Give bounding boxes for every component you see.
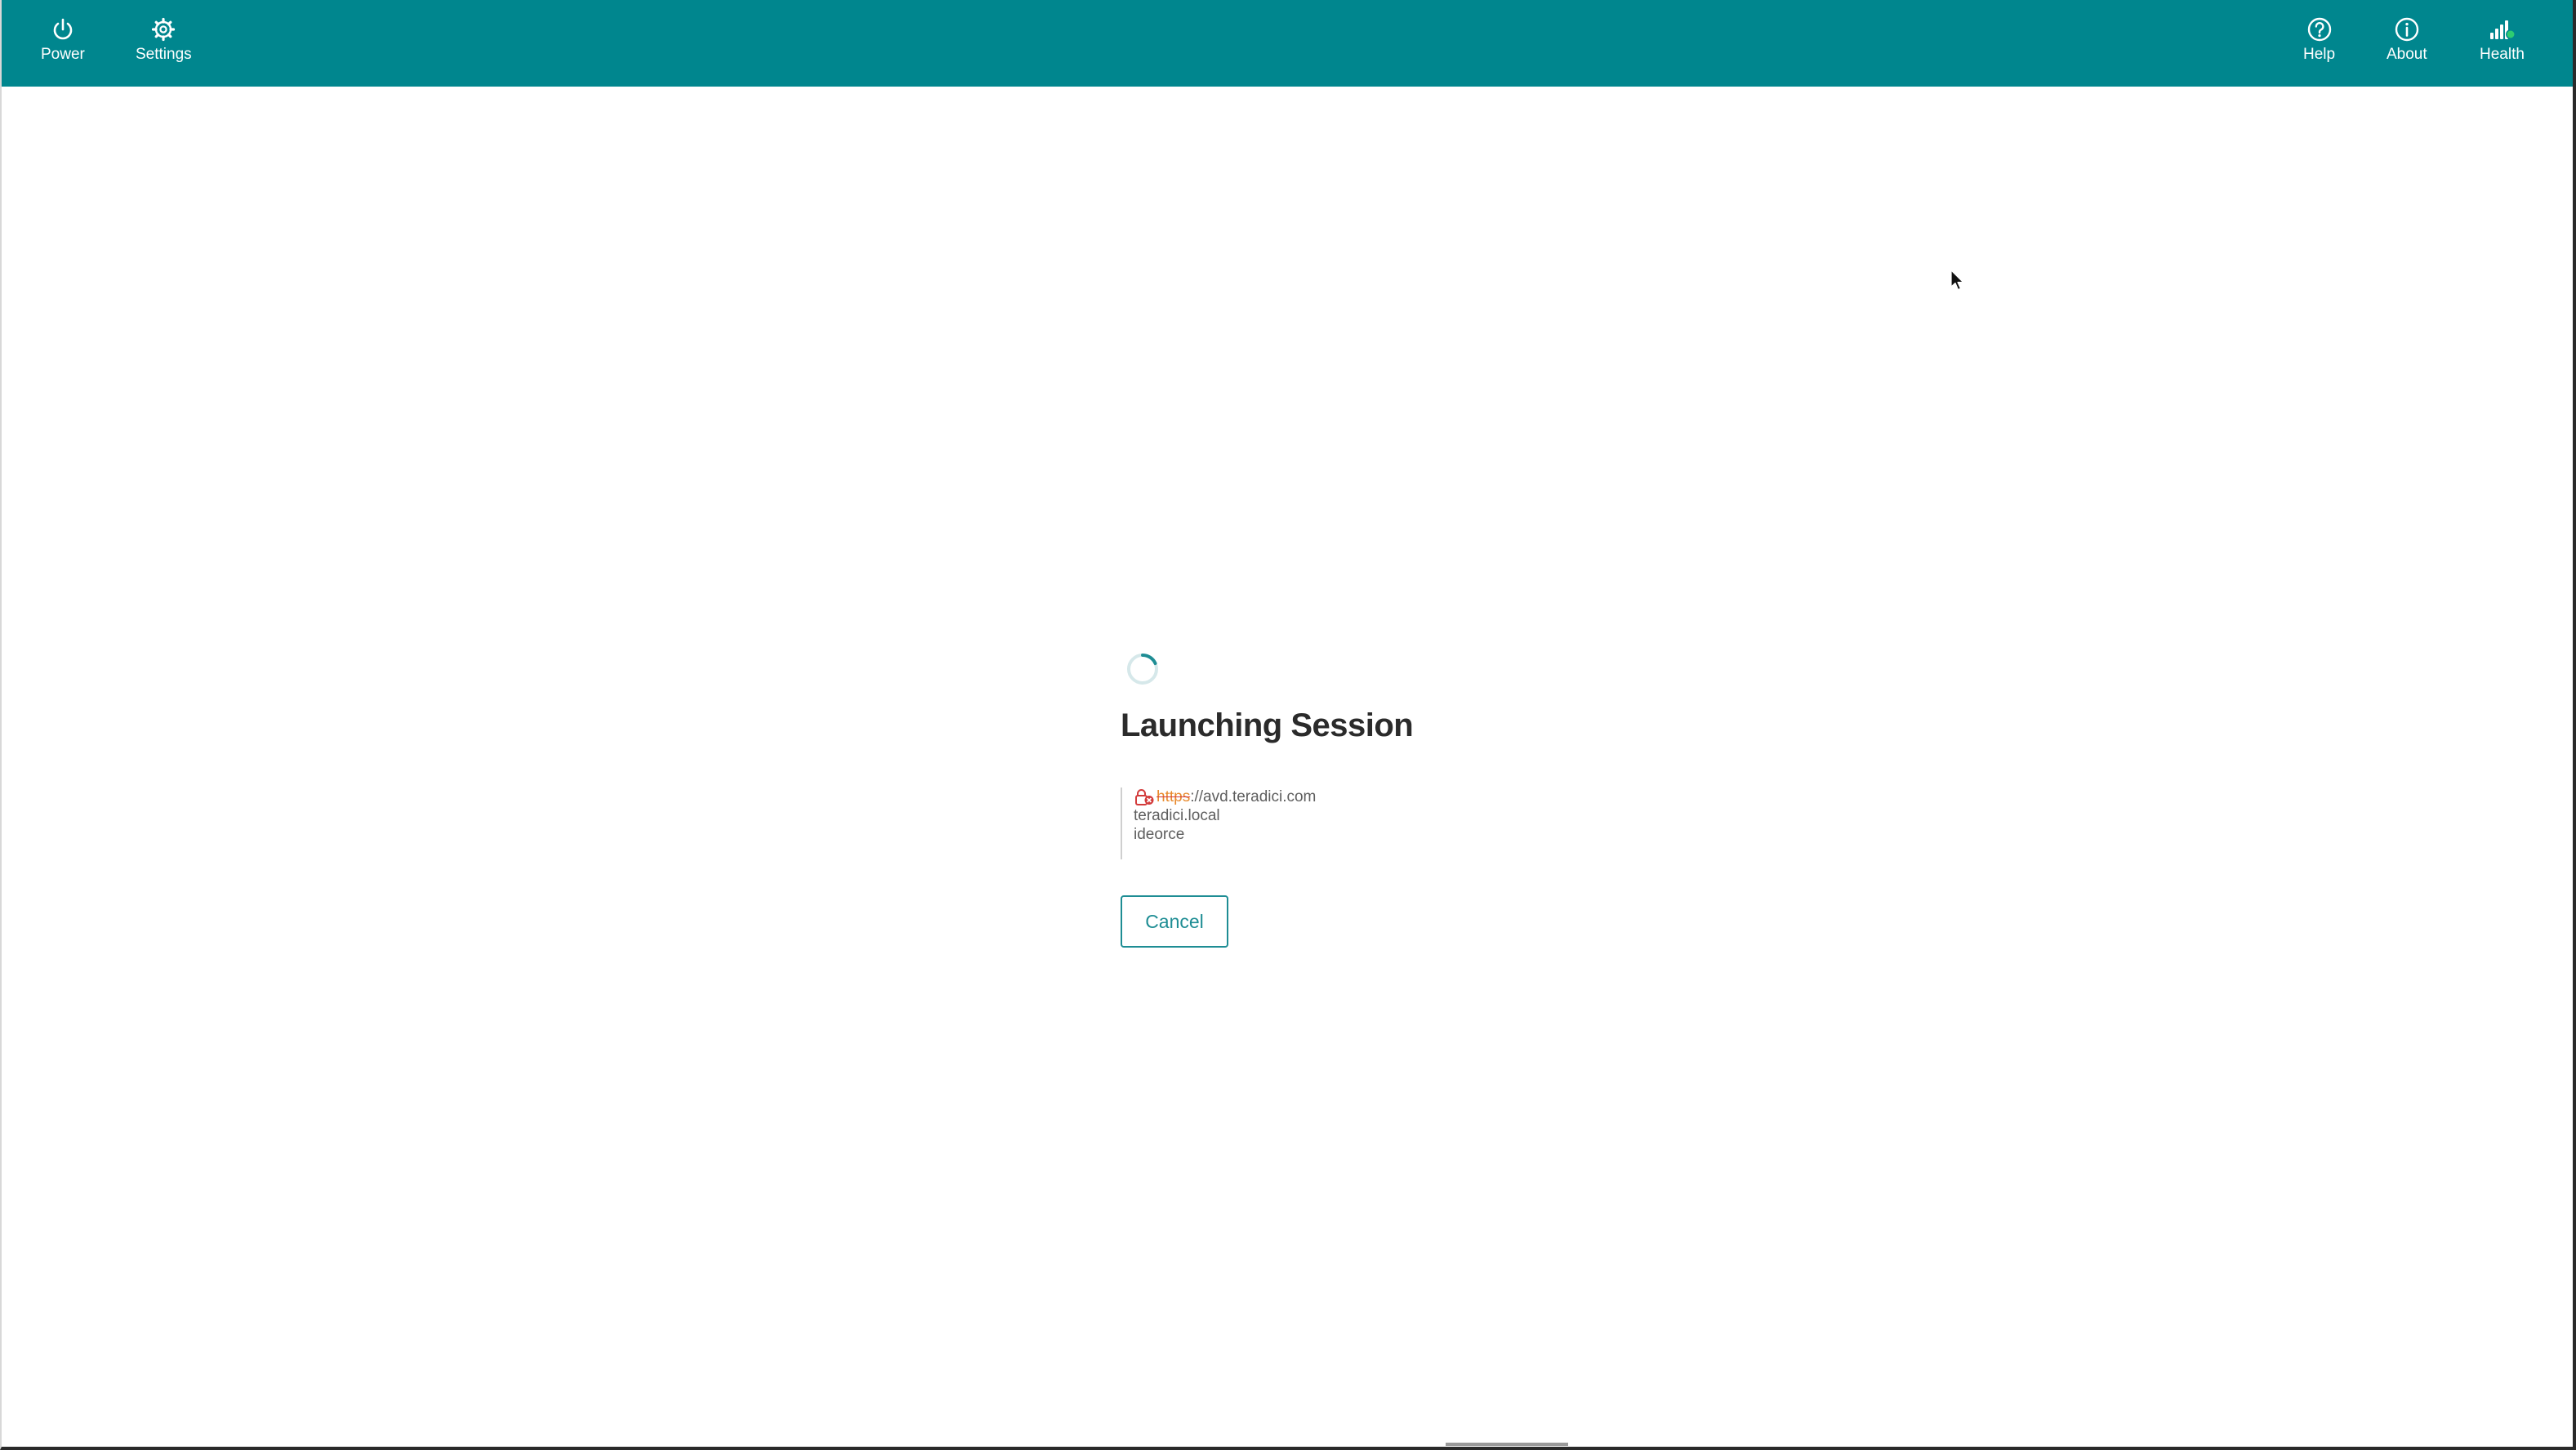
power-icon [53, 18, 73, 40]
loading-spinner-icon [1127, 654, 1158, 685]
power-label: Power [41, 46, 85, 63]
top-toolbar: Power Settings Help About Health [2, 0, 2573, 87]
bottom-edge-indicator [1446, 1443, 1568, 1446]
broken-lock-icon [1135, 788, 1154, 805]
settings-label: Settings [136, 46, 192, 63]
info-circle-icon [2395, 17, 2419, 42]
settings-button[interactable]: Settings [136, 16, 192, 74]
gear-icon [152, 17, 176, 42]
signal-bars-icon [2490, 20, 2516, 39]
help-label: Help [2303, 46, 2336, 63]
username: ideorce [1134, 826, 1185, 843]
domain-name: teradici.local [1134, 807, 1220, 824]
help-button[interactable]: Help [2303, 16, 2335, 74]
power-button[interactable]: Power [41, 16, 85, 74]
connection-info: https://avd.teradici.com teradici.local … [1121, 787, 1316, 859]
broker-url: https://avd.teradici.com [1134, 787, 1316, 806]
about-button[interactable]: About [2387, 16, 2427, 74]
health-label: Health [2480, 46, 2525, 63]
app-window: Power Settings Help About Health Launchi… [0, 0, 2576, 1450]
mouse-pointer-icon [1950, 270, 1964, 291]
health-button[interactable]: Health [2480, 16, 2525, 74]
page-title: Launching Session [1121, 707, 1414, 743]
cancel-button[interactable]: Cancel [1121, 895, 1228, 948]
url-host: ://avd.teradici.com [1190, 788, 1317, 805]
help-circle-icon [2307, 17, 2331, 42]
about-label: About [2387, 46, 2427, 63]
url-scheme: https [1157, 788, 1191, 805]
